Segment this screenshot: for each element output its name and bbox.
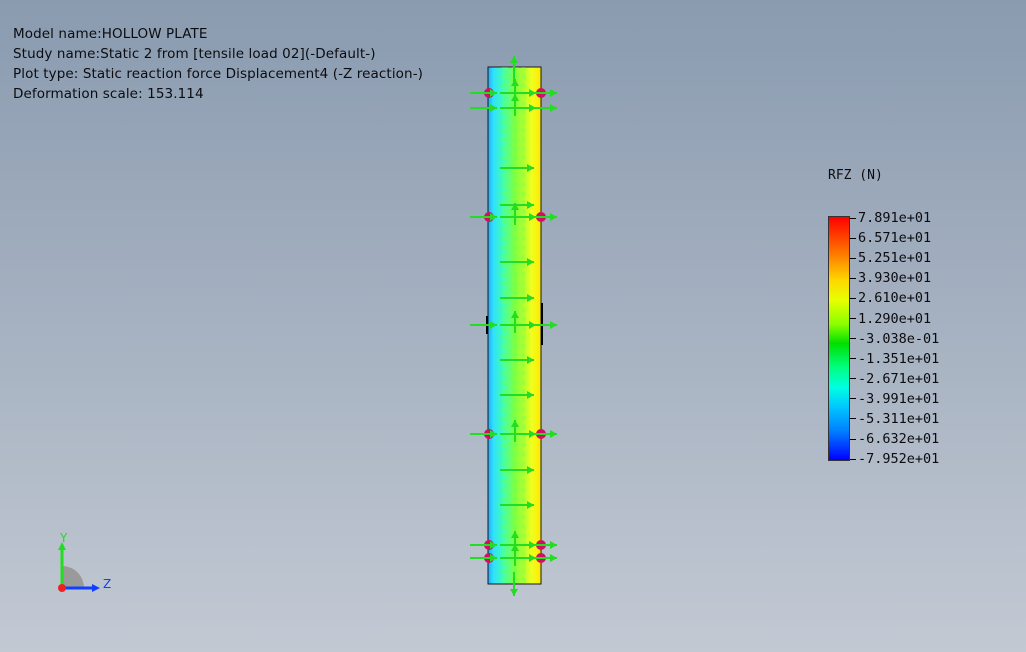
legend-tick [850,297,856,299]
legend-row: -7.952e+01 [850,449,939,469]
legend-tick [850,318,856,320]
legend-row: -1.351e+01 [850,349,939,369]
legend-value: 3.930e+01 [858,270,932,287]
legend-value: 5.251e+01 [858,250,932,267]
legend-row: 1.290e+01 [850,308,939,328]
force-arrowhead [550,213,557,221]
legend-value: -3.038e-01 [858,330,940,347]
legend-tick [850,418,856,420]
legend-tick [850,277,856,279]
legend-tick [850,378,856,380]
legend-tick [850,338,856,340]
legend-row: 3.930e+01 [850,268,939,288]
legend-color-bar [828,216,850,461]
legend-labels: 7.891e+01 6.571e+01 5.251e+01 3.930e+01 2.61… [850,208,939,469]
legend-tick [850,398,856,400]
force-arrowhead [550,430,557,438]
legend-tick [850,458,856,460]
triad-origin [58,584,66,592]
legend-title: RFZ (N) [828,168,883,183]
force-arrowhead [550,554,557,562]
legend-row: -6.632e+01 [850,429,939,449]
legend-row: 2.610e+01 [850,288,939,308]
legend-value: -3.991e+01 [858,390,940,407]
legend-value: -5.311e+01 [858,410,940,427]
z-axis-label: Z [103,577,111,591]
triad-sector [62,566,84,588]
legend-value: -1.351e+01 [858,350,940,367]
legend-row: 7.891e+01 [850,208,939,228]
legend-tick [850,217,856,219]
legend-tick [850,257,856,259]
legend-value: 6.571e+01 [858,230,932,247]
legend-row: 6.571e+01 [850,228,939,248]
legend-value: -6.632e+01 [858,431,940,448]
legend-tick [850,237,856,239]
y-axis-label: Y [59,532,68,545]
force-arrowhead [550,89,557,97]
legend-tick [850,358,856,360]
z-axis-arrowhead [92,584,100,592]
force-arrowhead [510,589,518,596]
force-arrowhead [510,56,518,63]
legend-value: -7.952e+01 [858,451,940,468]
legend-value: -2.671e+01 [858,370,940,387]
legend-row: 5.251e+01 [850,248,939,268]
legend-row: -3.991e+01 [850,389,939,409]
force-arrowhead [550,541,557,549]
legend-value: 1.290e+01 [858,310,932,327]
force-arrowhead [550,321,557,329]
legend-tick [850,438,856,440]
legend-value: 7.891e+01 [858,210,932,227]
legend-row: -3.038e-01 [850,329,939,349]
legend-row: -2.671e+01 [850,369,939,389]
force-arrowhead [550,104,557,112]
axis-triad: Y Z [58,532,111,592]
legend-row: -5.311e+01 [850,409,939,429]
legend-value: 2.610e+01 [858,290,932,307]
